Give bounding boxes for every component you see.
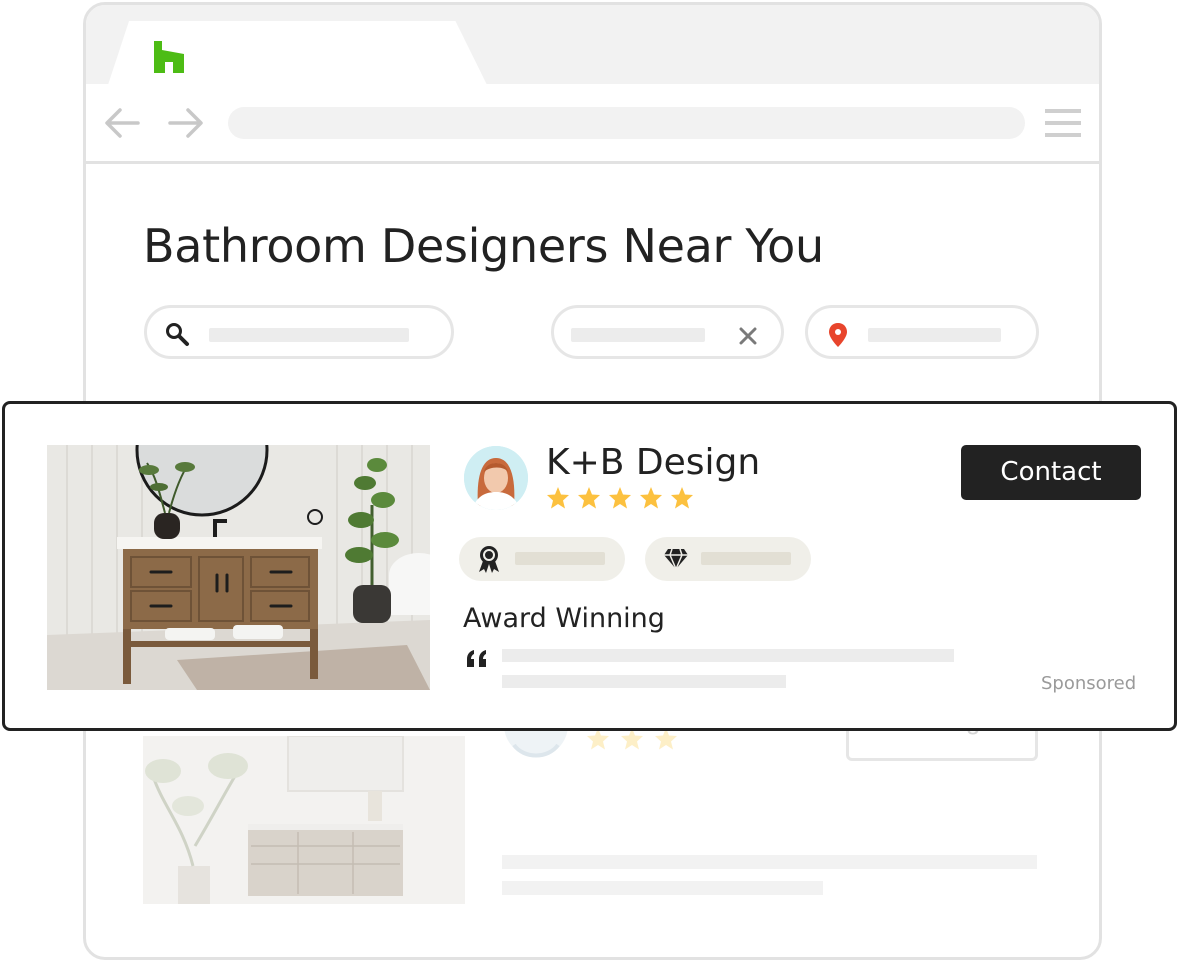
star-icon bbox=[578, 487, 600, 509]
address-bar[interactable] bbox=[228, 107, 1025, 139]
review-text-line bbox=[502, 649, 954, 662]
category-filter[interactable] bbox=[551, 305, 784, 359]
premium-badge bbox=[645, 537, 811, 581]
back-arrow-icon[interactable] bbox=[102, 105, 142, 141]
business-name[interactable]: K+B Design bbox=[546, 442, 760, 483]
search-input[interactable] bbox=[144, 305, 454, 359]
location-input[interactable] bbox=[805, 305, 1039, 359]
rating-stars bbox=[546, 486, 694, 512]
award-label: Award Winning bbox=[463, 603, 665, 634]
listing-photo bbox=[47, 445, 430, 690]
toolbar-divider bbox=[86, 161, 1099, 164]
badge-label-bar bbox=[515, 552, 605, 565]
background-listing-text-line bbox=[502, 881, 823, 895]
category-placeholder-bar bbox=[571, 328, 705, 342]
page-title: Bathroom Designers Near You bbox=[143, 219, 824, 273]
award-icon bbox=[479, 546, 499, 573]
avatar bbox=[464, 446, 528, 510]
houzz-logo-icon bbox=[154, 41, 184, 73]
background-listing-text-line bbox=[502, 855, 1037, 869]
menu-icon[interactable] bbox=[1044, 107, 1082, 139]
review-text-line bbox=[502, 675, 786, 688]
star-icon bbox=[547, 487, 569, 509]
forward-arrow-icon[interactable] bbox=[166, 105, 206, 141]
award-badge bbox=[459, 537, 625, 581]
close-icon[interactable] bbox=[739, 327, 757, 345]
star-icon bbox=[640, 487, 662, 509]
star-icon bbox=[609, 487, 631, 509]
sponsored-label: Sponsored bbox=[1041, 673, 1137, 694]
star-icon bbox=[671, 487, 693, 509]
badge-label-bar bbox=[701, 552, 791, 565]
diamond-icon bbox=[664, 548, 688, 570]
search-placeholder-bar bbox=[209, 328, 409, 342]
featured-listing-card[interactable]: K+B Design Contact Award Winning Sponsor… bbox=[2, 401, 1177, 731]
background-listing-photo bbox=[143, 736, 465, 904]
location-placeholder-bar bbox=[868, 328, 1001, 342]
search-icon bbox=[166, 323, 189, 346]
map-pin-icon bbox=[829, 323, 847, 347]
contact-button[interactable]: Contact bbox=[961, 445, 1141, 500]
quote-icon bbox=[467, 650, 486, 667]
